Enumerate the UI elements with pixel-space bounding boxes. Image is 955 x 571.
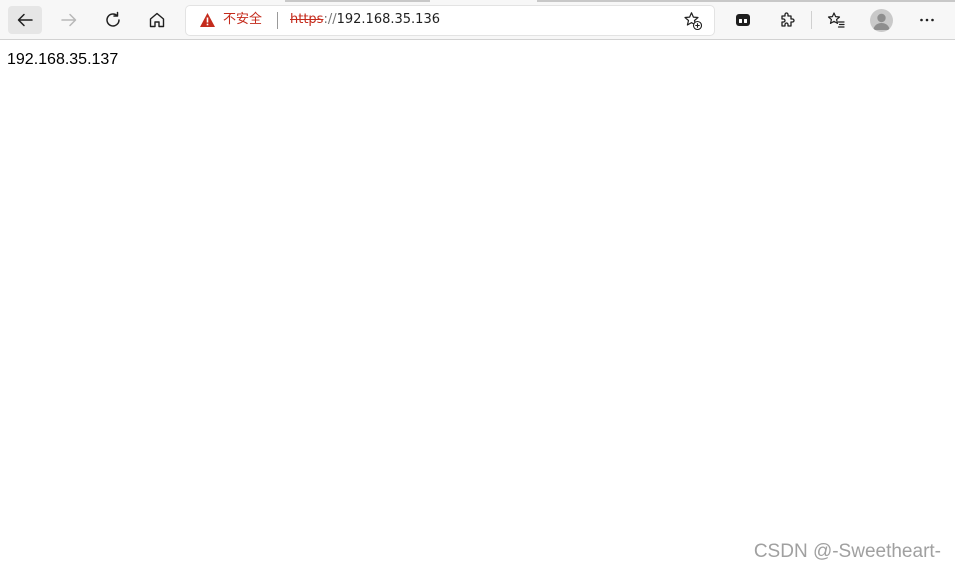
forward-button[interactable] bbox=[52, 6, 86, 34]
refresh-icon bbox=[106, 11, 120, 27]
tab-strip-edge bbox=[537, 0, 955, 2]
favorites-button[interactable] bbox=[819, 6, 853, 34]
refresh-button[interactable] bbox=[96, 6, 130, 34]
url-text[interactable]: https://192.168.35.136 bbox=[290, 11, 440, 29]
tab-strip-edge bbox=[285, 0, 430, 2]
star-plus-icon[interactable] bbox=[683, 11, 702, 30]
watermark: CSDN @-Sweetheart- bbox=[753, 541, 941, 562]
url-scheme: https bbox=[290, 12, 324, 27]
url-separator: :// bbox=[323, 12, 337, 27]
tab-actions-icon bbox=[736, 14, 750, 26]
forward-arrow-icon bbox=[61, 13, 77, 27]
profile-silhouette bbox=[873, 13, 890, 30]
warning-triangle-icon[interactable] bbox=[199, 12, 216, 28]
address-bar[interactable]: 不安全 https://192.168.35.136 bbox=[186, 6, 714, 35]
extensions-button[interactable] bbox=[770, 6, 804, 34]
browser-toolbar: 不安全 https://192.168.35.136 bbox=[0, 0, 955, 40]
address-separator bbox=[277, 12, 278, 29]
back-button[interactable] bbox=[8, 6, 42, 34]
home-icon bbox=[149, 12, 165, 28]
security-status-label[interactable]: 不安全 bbox=[223, 11, 262, 29]
tab-actions-button[interactable] bbox=[726, 6, 760, 34]
url-host: 192.168.35.136 bbox=[336, 12, 440, 27]
more-button[interactable] bbox=[910, 6, 944, 34]
puzzle-icon bbox=[781, 12, 795, 27]
avatar-icon[interactable] bbox=[870, 9, 893, 32]
home-button[interactable] bbox=[140, 6, 174, 34]
back-arrow-icon bbox=[17, 13, 33, 27]
favorites-list-icon bbox=[827, 12, 845, 28]
ellipsis-icon bbox=[920, 18, 934, 22]
toolbar-divider bbox=[811, 11, 812, 29]
page-body-text: 192.168.35.137 bbox=[7, 51, 119, 68]
